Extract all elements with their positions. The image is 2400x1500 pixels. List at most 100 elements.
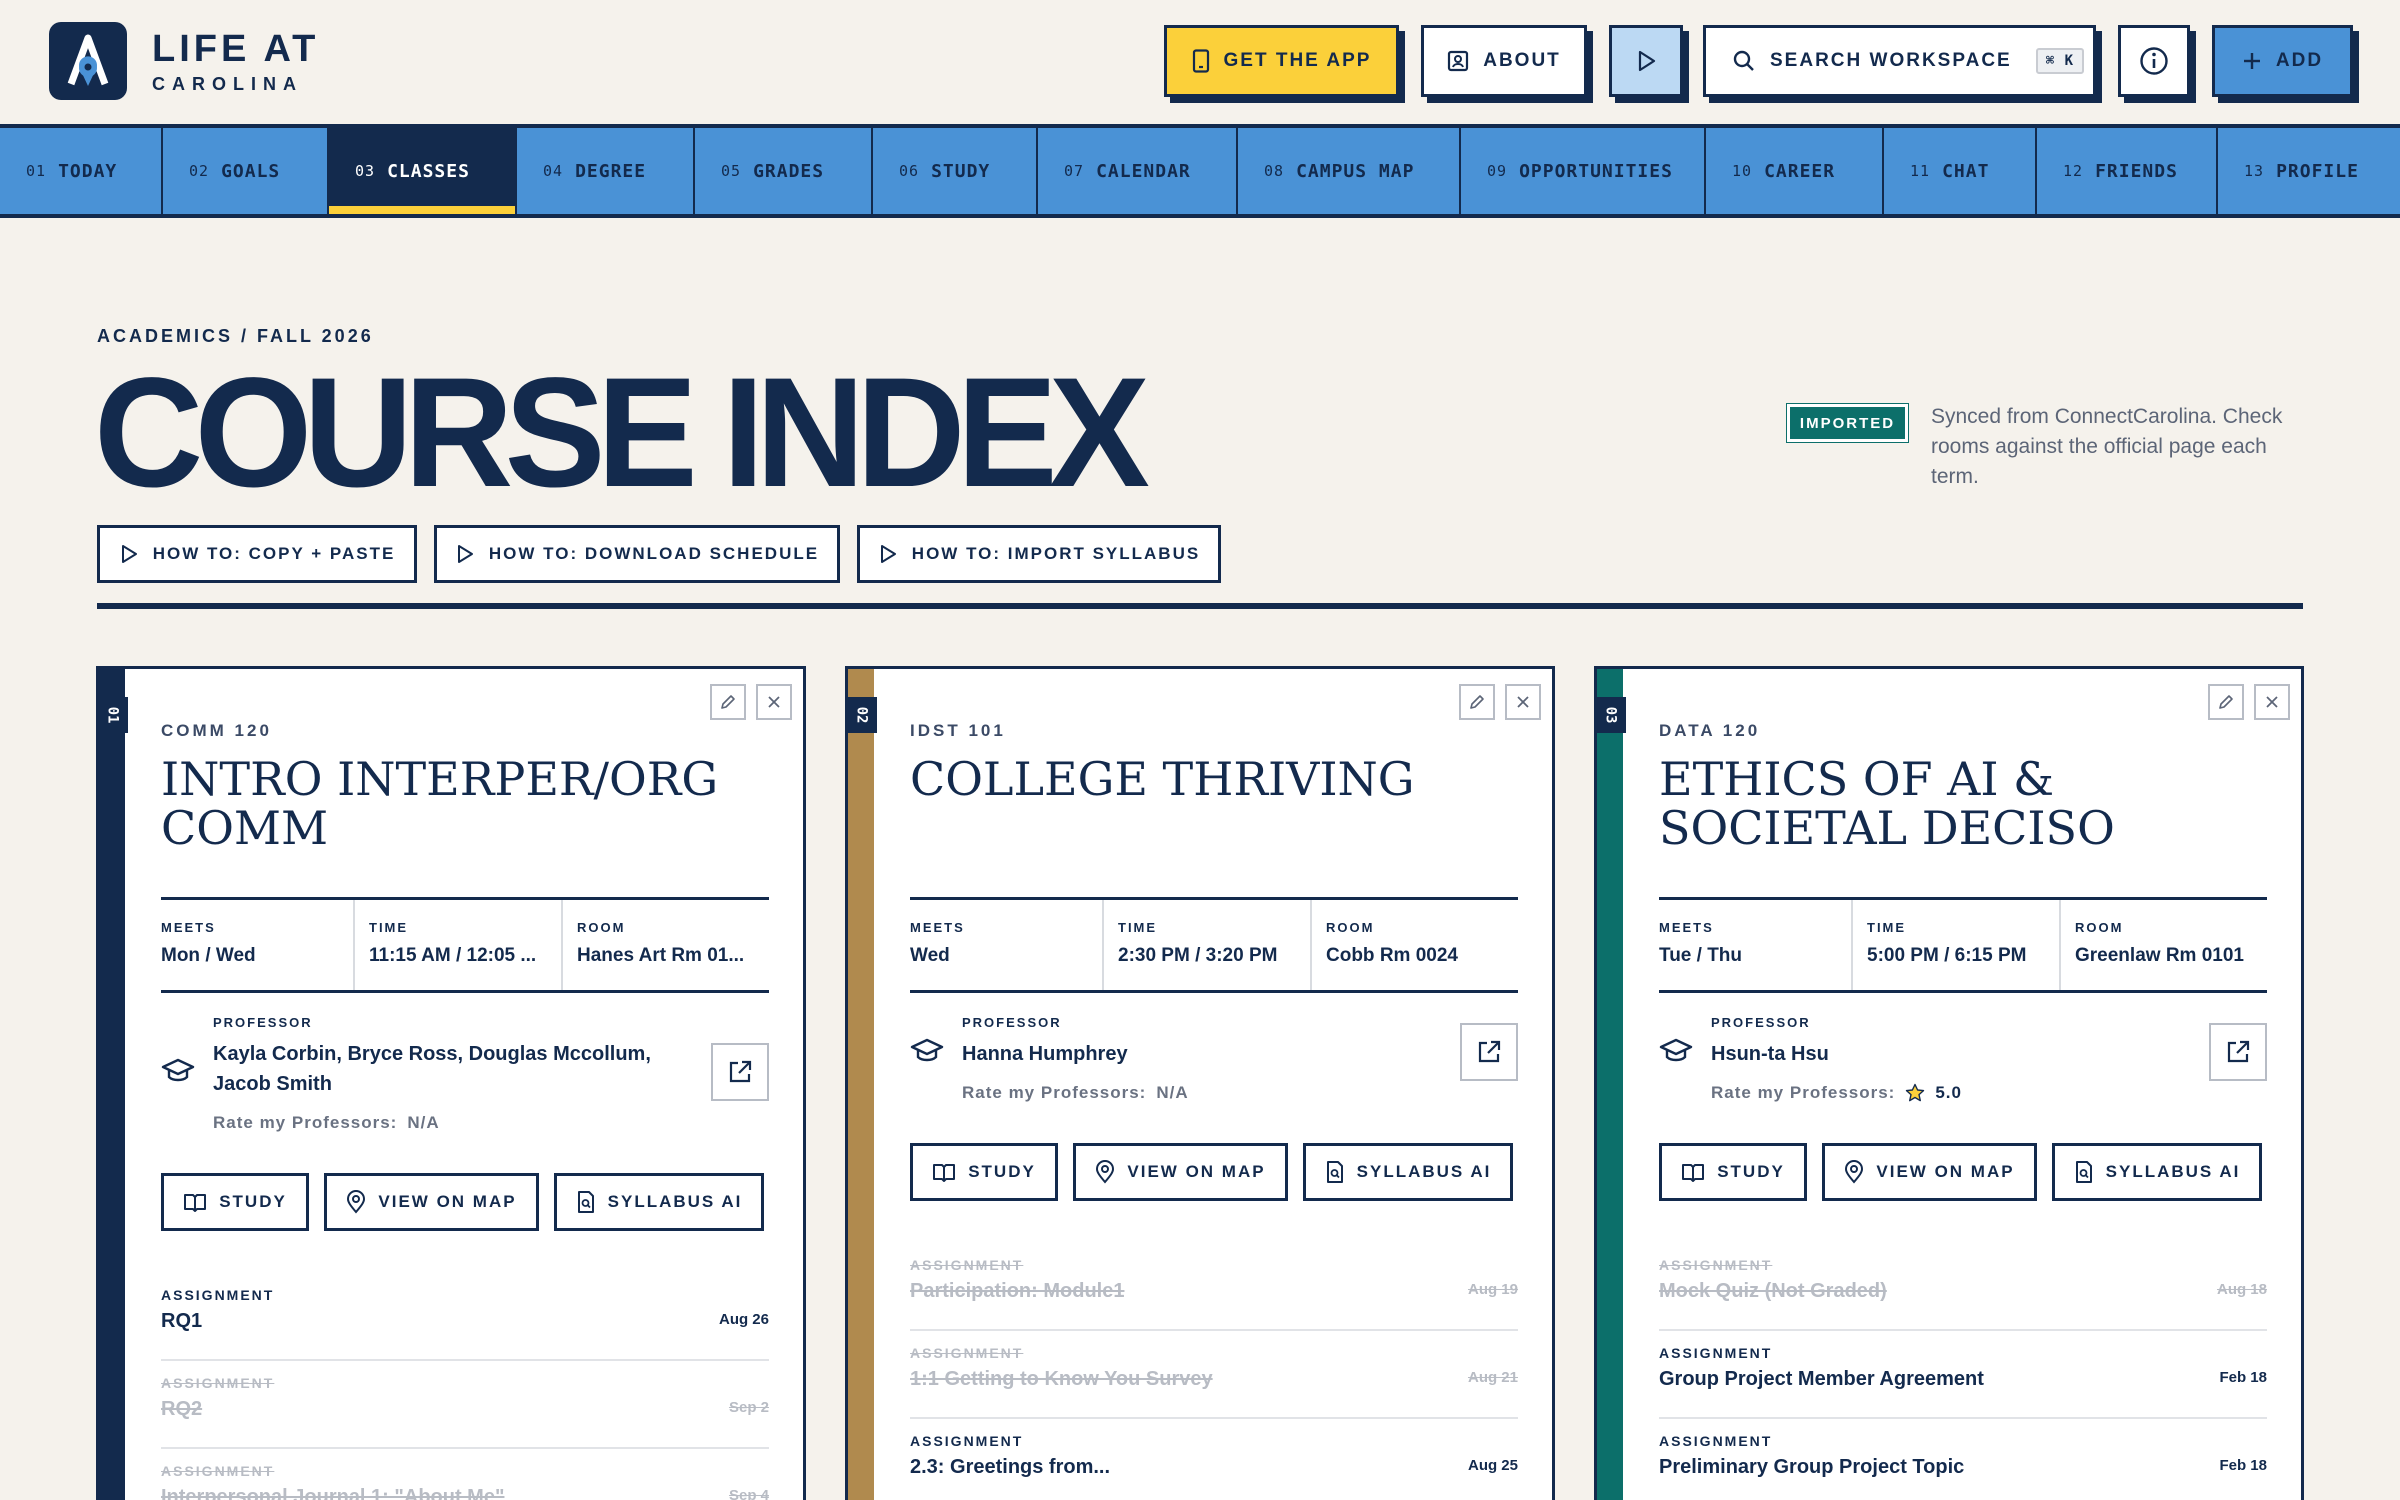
- nav-tab-chat[interactable]: 11 CHAT: [1884, 128, 2037, 214]
- nav-tab-number: 12: [2063, 162, 2084, 180]
- assignment-item[interactable]: ASSIGNMENT 1:1 Getting to Know You Surve…: [910, 1331, 1518, 1419]
- assignment-item[interactable]: ASSIGNMENT Participation: Module1 Aug 19: [910, 1243, 1518, 1331]
- open-professor-link-button[interactable]: [1460, 1023, 1518, 1081]
- add-button[interactable]: ADD: [2212, 25, 2353, 97]
- view-on-map-button[interactable]: VIEW ON MAP: [1822, 1143, 2037, 1201]
- get-app-button[interactable]: GET THE APP: [1164, 25, 1399, 97]
- assignment-item[interactable]: ASSIGNMENT RQ1 Aug 26: [161, 1273, 769, 1361]
- about-button[interactable]: ABOUT: [1421, 25, 1587, 97]
- howto-copy-paste-label: HOW TO: COPY + PASTE: [152, 544, 396, 563]
- section-divider: [97, 603, 2303, 609]
- assignment-kind: ASSIGNMENT: [910, 1345, 1024, 1361]
- edit-course-button[interactable]: [1459, 684, 1495, 720]
- edit-course-button[interactable]: [710, 684, 746, 720]
- nav-tab-grades[interactable]: 05 GRADES: [695, 128, 873, 214]
- rate-my-professors: Rate my Professors: N/A: [213, 1113, 440, 1133]
- nav-tab-opportunities[interactable]: 09 OPPORTUNITIES: [1461, 128, 1706, 214]
- edit-icon: [721, 695, 735, 709]
- course-card-comm-120: 01 COMM 120 INTRO INTERPER/ORG COMM MEET…: [96, 666, 806, 1500]
- assignment-list: ASSIGNMENT RQ1 Aug 26 ASSIGNMENT RQ2 Sep…: [161, 1273, 769, 1500]
- rmp-rating: N/A: [407, 1113, 440, 1132]
- play-icon: [121, 545, 137, 563]
- professor-names: Hanna Humphrey: [962, 1043, 1128, 1065]
- meets-value: Mon / Wed: [161, 945, 256, 966]
- graduation-cap-icon: [910, 1038, 944, 1062]
- edit-course-button[interactable]: [2208, 684, 2244, 720]
- nav-tab-number: 01: [26, 162, 47, 180]
- edit-icon: [2219, 695, 2233, 709]
- nav-tab-campus-map[interactable]: 08 CAMPUS MAP: [1238, 128, 1461, 214]
- nav-tab-goals[interactable]: 02 GOALS: [163, 128, 329, 214]
- professor-label: PROFESSOR: [1711, 1015, 1811, 1030]
- study-button[interactable]: STUDY: [910, 1143, 1058, 1201]
- view-on-map-button[interactable]: VIEW ON MAP: [1073, 1143, 1288, 1201]
- nav-tab-today[interactable]: 01 TODAY: [0, 128, 163, 214]
- external-link-icon: [729, 1060, 752, 1083]
- nav-tab-label: TODAY: [58, 160, 118, 182]
- nav-tab-number: 11: [1910, 162, 1931, 180]
- meets-cell: MEETS Wed: [910, 900, 1104, 990]
- howto-import-syllabus-button[interactable]: HOW TO: IMPORT SYLLABUS: [857, 525, 1221, 583]
- nav-tab-label: CAREER: [1764, 160, 1836, 182]
- phone-icon: [1192, 49, 1209, 73]
- room-cell: ROOM Cobb Rm 0024: [1312, 900, 1518, 990]
- howto-copy-paste-button[interactable]: HOW TO: COPY + PASTE: [97, 525, 417, 583]
- course-actions: STUDY VIEW ON MAP SYLLABUS AI: [1659, 1143, 2267, 1201]
- open-professor-link-button[interactable]: [711, 1043, 769, 1101]
- course-meta-row: MEETS Tue / Thu TIME 5:00 PM / 6:15 PM R…: [1659, 897, 2267, 993]
- study-button[interactable]: STUDY: [1659, 1143, 1807, 1201]
- remove-course-button[interactable]: [2254, 684, 2290, 720]
- meets-value: Wed: [910, 945, 950, 966]
- search-icon: [1733, 50, 1754, 71]
- syllabus-ai-button[interactable]: SYLLABUS AI: [2052, 1143, 2262, 1201]
- card-color-spine: [848, 669, 874, 1500]
- nav-tab-calendar[interactable]: 07 CALENDAR: [1038, 128, 1238, 214]
- assignment-title: Interpersonal Journal 1: "About Me": [161, 1486, 505, 1500]
- syllabus-ai-button[interactable]: SYLLABUS AI: [1303, 1143, 1513, 1201]
- nav-tab-number: 07: [1064, 162, 1085, 180]
- nav-tab-profile[interactable]: 13 PROFILE: [2218, 128, 2400, 214]
- syllabus-ai-button[interactable]: SYLLABUS AI: [554, 1173, 764, 1231]
- assignment-due-date: Aug 21: [1467, 1369, 1518, 1386]
- view-on-map-button[interactable]: VIEW ON MAP: [324, 1173, 539, 1231]
- rate-my-professors: Rate my Professors: 5.0: [1711, 1083, 1962, 1103]
- assignment-title: 2.3: Greetings from...: [910, 1456, 1111, 1478]
- time-value: 5:00 PM / 6:15 PM: [1867, 945, 2027, 966]
- nav-tab-number: 13: [2244, 162, 2265, 180]
- map-pin-icon: [347, 1190, 366, 1214]
- assignment-title: Mock Quiz (Not Graded): [1659, 1280, 1887, 1302]
- nav-tab-classes[interactable]: 03 CLASSES: [329, 128, 517, 214]
- time-cell: TIME 2:30 PM / 3:20 PM: [1104, 900, 1312, 990]
- sync-note: Synced from ConnectCarolina. Check rooms…: [1931, 405, 2283, 488]
- card-index: 02: [852, 706, 869, 724]
- remove-course-button[interactable]: [756, 684, 792, 720]
- assignment-item[interactable]: ASSIGNMENT RQ2 Sep 2: [161, 1361, 769, 1449]
- nav-tab-degree[interactable]: 04 DEGREE: [517, 128, 695, 214]
- info-button[interactable]: [2118, 25, 2190, 97]
- remove-course-button[interactable]: [1505, 684, 1541, 720]
- search-workspace-button[interactable]: SEARCH WORKSPACE ⌘ K: [1703, 25, 2096, 97]
- app-logo[interactable]: [49, 22, 127, 100]
- meets-value: Tue / Thu: [1659, 945, 1743, 966]
- book-icon: [184, 1194, 207, 1212]
- assignment-item[interactable]: ASSIGNMENT Group Project Member Agreemen…: [1659, 1331, 2267, 1419]
- assignment-due-date: Feb 18: [2219, 1457, 2267, 1474]
- close-icon: [768, 696, 780, 708]
- professor-names: Kayla Corbin, Bryce Ross, Douglas Mccoll…: [213, 1043, 651, 1095]
- meets-cell: MEETS Mon / Wed: [161, 900, 355, 990]
- nav-tab-friends[interactable]: 12 FRIENDS: [2037, 128, 2218, 214]
- assignment-item[interactable]: ASSIGNMENT Preliminary Group Project Top…: [1659, 1419, 2267, 1500]
- assignment-item[interactable]: ASSIGNMENT Interpersonal Journal 1: "Abo…: [161, 1449, 769, 1500]
- time-value: 2:30 PM / 3:20 PM: [1118, 945, 1278, 966]
- play-demo-button[interactable]: [1609, 25, 1683, 97]
- room-value: Hanes Art Rm 01...: [577, 945, 745, 966]
- study-button[interactable]: STUDY: [161, 1173, 309, 1231]
- assignment-item[interactable]: ASSIGNMENT 2.3: Greetings from... Aug 25: [910, 1419, 1518, 1500]
- syllabus-ai-label: SYLLABUS AI: [1356, 1162, 1492, 1181]
- howto-download-schedule-button[interactable]: HOW TO: DOWNLOAD SCHEDULE: [434, 525, 840, 583]
- nav-tab-study[interactable]: 06 STUDY: [873, 128, 1038, 214]
- nav-tab-career[interactable]: 10 CAREER: [1706, 128, 1884, 214]
- assignment-item[interactable]: ASSIGNMENT Mock Quiz (Not Graded) Aug 18: [1659, 1243, 2267, 1331]
- open-professor-link-button[interactable]: [2209, 1023, 2267, 1081]
- course-meta-row: MEETS Wed TIME 2:30 PM / 3:20 PM ROOM Co…: [910, 897, 1518, 993]
